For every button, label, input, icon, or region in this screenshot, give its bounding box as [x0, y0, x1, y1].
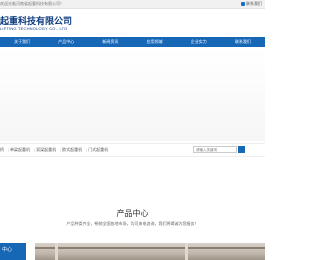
top-contact-link[interactable]: 联系我们 [241, 1, 262, 7]
search-input[interactable] [193, 146, 237, 153]
products-side-label: 中心 [2, 247, 13, 253]
top-contact-label: 联系我们 [246, 1, 262, 6]
category-item-single-girder[interactable]: 单梁起重机 [10, 147, 30, 152]
category-item-bridge[interactable]: 桥 [0, 147, 4, 152]
hero-banner [0, 48, 265, 141]
company-english-name: LIFTING TECHNOLOGY CO., LTD [0, 26, 68, 31]
crane-column [55, 243, 58, 260]
category-list: 桥 |单梁起重机 |双梁起重机 |欧式起重机 |门式起重机 [0, 147, 109, 152]
nav-item-products[interactable]: 产品中心 [44, 37, 88, 47]
products-subtitle: 产品种类齐全，畅销全国各地市场，均可来电咨询，我们将竭诚为您服务！ [66, 221, 199, 226]
top-bar: 欢迎光临河南省起重科技有限公司！ 联系我们 [0, 0, 265, 9]
search-button[interactable] [238, 146, 245, 153]
category-bar: 桥 |单梁起重机 |双梁起重机 |欧式起重机 |门式起重机 [0, 143, 265, 157]
welcome-text: 欢迎光临河南省起重科技有限公司！ [0, 1, 64, 6]
nav-item-about[interactable]: 关于我们 [0, 37, 44, 47]
nav-item-contact[interactable]: 联系我们 [221, 37, 265, 47]
nav-item-news[interactable]: 新闻资讯 [88, 37, 132, 47]
category-item-double-girder[interactable]: 双梁起重机 [36, 147, 56, 152]
nav-item-applications[interactable]: 应用领域 [133, 37, 177, 47]
nav-item-strength[interactable]: 企业实力 [177, 37, 221, 47]
main-nav: 关于我们 产品中心 新闻资讯 应用领域 企业实力 联系我们 [0, 37, 265, 47]
category-item-european[interactable]: 欧式起重机 [62, 147, 82, 152]
products-side-tab[interactable]: 中心 [0, 243, 26, 260]
crane-column [185, 243, 188, 260]
products-title: 产品中心 [116, 209, 149, 218]
category-item-gantry[interactable]: 门式起重机 [88, 147, 108, 152]
product-image[interactable] [35, 243, 265, 260]
phone-icon [241, 1, 245, 6]
crane-beam [35, 247, 265, 249]
site-header: 起重科技有限公司 LIFTING TECHNOLOGY CO., LTD [0, 9, 265, 36]
